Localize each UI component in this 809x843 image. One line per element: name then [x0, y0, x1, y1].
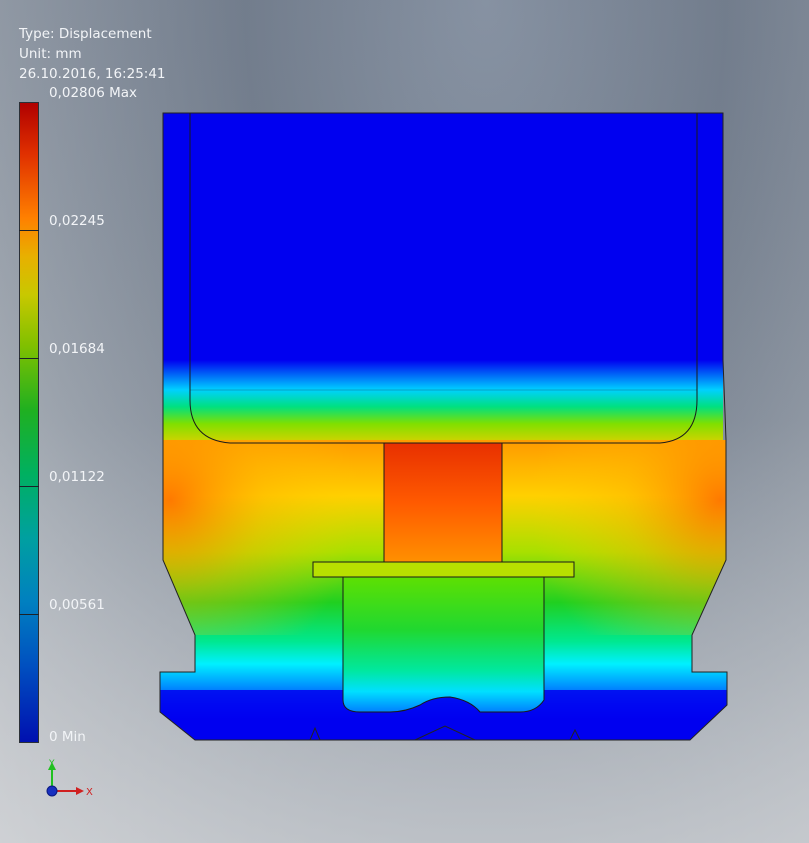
flange-plate — [312, 561, 575, 578]
triad-x-label: X — [86, 787, 93, 798]
center-stem — [383, 442, 503, 564]
cap-block — [342, 576, 545, 713]
coordinate-triad[interactable]: Y X — [40, 758, 100, 808]
fea-model-view[interactable] — [0, 0, 809, 843]
triad-y-label: Y — [48, 759, 55, 769]
